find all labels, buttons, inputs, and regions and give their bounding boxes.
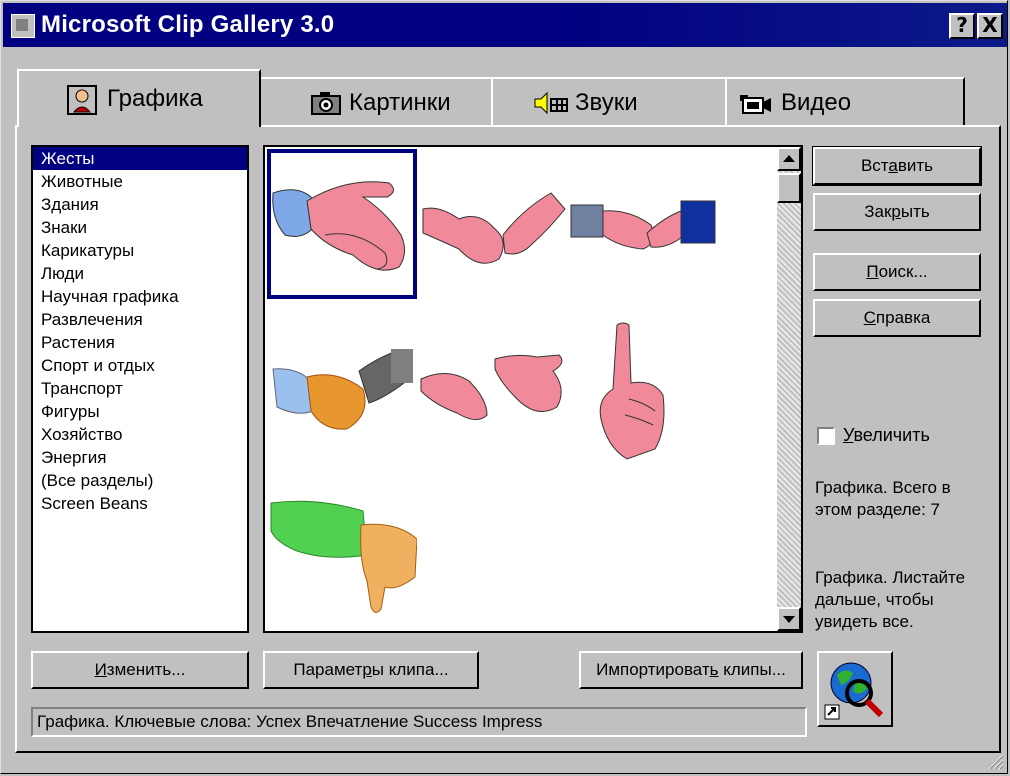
tab-pictures[interactable]: Картинки	[259, 77, 493, 125]
import-clips-button[interactable]: Импортировать клипы...	[579, 651, 803, 689]
category-item[interactable]: Растения	[33, 331, 247, 354]
resize-grip-icon[interactable]	[985, 751, 1005, 771]
category-item[interactable]: Фигуры	[33, 400, 247, 423]
category-list[interactable]: Жесты Животные Здания Знаки Карикатуры Люди На…	[31, 145, 249, 633]
find-accel: П	[866, 262, 879, 281]
camera-icon	[311, 91, 341, 122]
gallery-scrollbar[interactable]	[777, 147, 801, 631]
magnify-accel: У	[843, 425, 854, 445]
clip-thumbs-down[interactable]	[267, 491, 418, 631]
title-bar[interactable]: Microsoft Clip Gallery 3.0 ? X	[3, 3, 1007, 47]
clipart-person-icon	[67, 85, 97, 122]
help-accel: С	[863, 308, 876, 327]
clip-count-line-1: Графика. Всего в	[815, 478, 951, 497]
magnify-label[interactable]: Увеличить	[843, 425, 930, 446]
category-item[interactable]: Научная графика	[33, 285, 247, 308]
tab-graphics-label: Графика	[107, 85, 203, 112]
import-post: клипы...	[718, 660, 786, 679]
clip-handshake-color[interactable]	[267, 319, 417, 469]
scroll-hint-line-1: Графика. Листайте	[815, 568, 966, 587]
clip-props-post: ы клипа...	[371, 660, 449, 679]
magnify-post: величить	[853, 425, 930, 445]
edit-post: зменить...	[106, 660, 186, 679]
close-accel: р	[891, 202, 901, 221]
find-post: оиск...	[878, 262, 928, 281]
tab-video-label: Видео	[781, 89, 852, 116]
scroll-down-button[interactable]	[777, 607, 801, 631]
help-button[interactable]: Справка	[813, 299, 981, 337]
edit-button[interactable]: Изменить...	[31, 651, 249, 689]
status-bar: Графика. Ключевые слова: Успех Впечатлен…	[31, 707, 807, 737]
open-hands-icon	[420, 354, 563, 420]
clip-handshake[interactable]	[419, 149, 569, 299]
insert-accel: а	[888, 156, 898, 175]
magnify-checkbox[interactable]	[817, 427, 835, 445]
scroll-up-button[interactable]	[777, 147, 801, 171]
category-item[interactable]: Здания	[33, 193, 247, 216]
clip-count-info: Графика. Всего в этом разделе: 7	[815, 477, 995, 521]
clip-hands-together[interactable]	[267, 149, 417, 299]
clip-props-pre: Парамет	[293, 660, 363, 679]
import-accel: ь	[709, 660, 719, 679]
arrow-up-icon	[783, 155, 795, 162]
clip-props-accel: р	[362, 660, 372, 679]
category-item[interactable]: Животные	[33, 170, 247, 193]
close-button[interactable]: Закрыть	[813, 193, 981, 231]
category-item[interactable]: Карикатуры	[33, 239, 247, 262]
handshake-icon	[422, 192, 566, 264]
clip-gallery-grid[interactable]	[263, 145, 803, 633]
globe-magnifier-icon	[824, 662, 884, 720]
tab-sounds[interactable]: Звуки	[491, 77, 727, 125]
category-item[interactable]: Жесты	[33, 147, 247, 170]
help-post: правка	[875, 308, 931, 327]
window-title: Microsoft Clip Gallery 3.0	[41, 11, 335, 38]
tab-pictures-label: Картинки	[349, 89, 451, 116]
scroll-thumb[interactable]	[777, 173, 801, 203]
category-item[interactable]: Энергия	[33, 446, 247, 469]
scroll-hint-line-2: дальше, чтобы	[815, 590, 934, 609]
insert-pre: Вст	[860, 156, 889, 175]
close-post: ыть	[900, 202, 930, 221]
category-item[interactable]: Screen Beans	[33, 492, 247, 515]
category-item[interactable]: Знаки	[33, 216, 247, 239]
tab-video[interactable]: Видео	[725, 77, 965, 125]
category-item[interactable]: Спорт и отдых	[33, 354, 247, 377]
pointing-finger-up-icon	[599, 322, 665, 460]
connect-to-web-button[interactable]	[817, 651, 893, 727]
clip-open-hands[interactable]	[417, 319, 567, 469]
hands-together-icon	[272, 181, 405, 271]
clip-handshake-suits[interactable]	[569, 149, 719, 299]
category-item[interactable]: (Все разделы)	[33, 469, 247, 492]
clip-gallery-window: Microsoft Clip Gallery 3.0 ? X Графика К…	[0, 0, 1008, 774]
edit-accel: И	[94, 660, 107, 679]
clip-pointing-finger[interactable]	[567, 319, 717, 469]
app-icon[interactable]	[11, 14, 35, 38]
find-button[interactable]: Поиск...	[813, 253, 981, 291]
category-item[interactable]: Транспорт	[33, 377, 247, 400]
speaker-icon	[533, 91, 569, 122]
help-title-button[interactable]: ?	[949, 13, 975, 39]
import-pre: Импортироват	[596, 660, 710, 679]
clip-count-line-2: этом разделе: 7	[815, 500, 940, 519]
handshake-suits-icon	[570, 200, 716, 250]
category-item[interactable]: Хозяйство	[33, 423, 247, 446]
scroll-hint-line-3: увидеть все.	[815, 612, 914, 631]
close-pre: Зак	[864, 202, 892, 221]
thumbs-down-icon	[270, 500, 418, 613]
tab-sounds-label: Звуки	[575, 89, 638, 116]
video-camera-icon	[739, 93, 773, 122]
category-item[interactable]: Развлечения	[33, 308, 247, 331]
arrow-down-icon	[783, 616, 795, 623]
close-title-button[interactable]: X	[977, 13, 1003, 39]
insert-button[interactable]: Вставить	[812, 146, 982, 186]
category-item[interactable]: Люди	[33, 262, 247, 285]
insert-post: вить	[897, 156, 934, 175]
clip-properties-button[interactable]: Параметры клипа...	[263, 651, 479, 689]
handshake-color-icon	[272, 349, 413, 430]
tab-graphics[interactable]: Графика	[17, 69, 261, 127]
scroll-hint-info: Графика. Листайте дальше, чтобы увидеть …	[815, 567, 995, 633]
